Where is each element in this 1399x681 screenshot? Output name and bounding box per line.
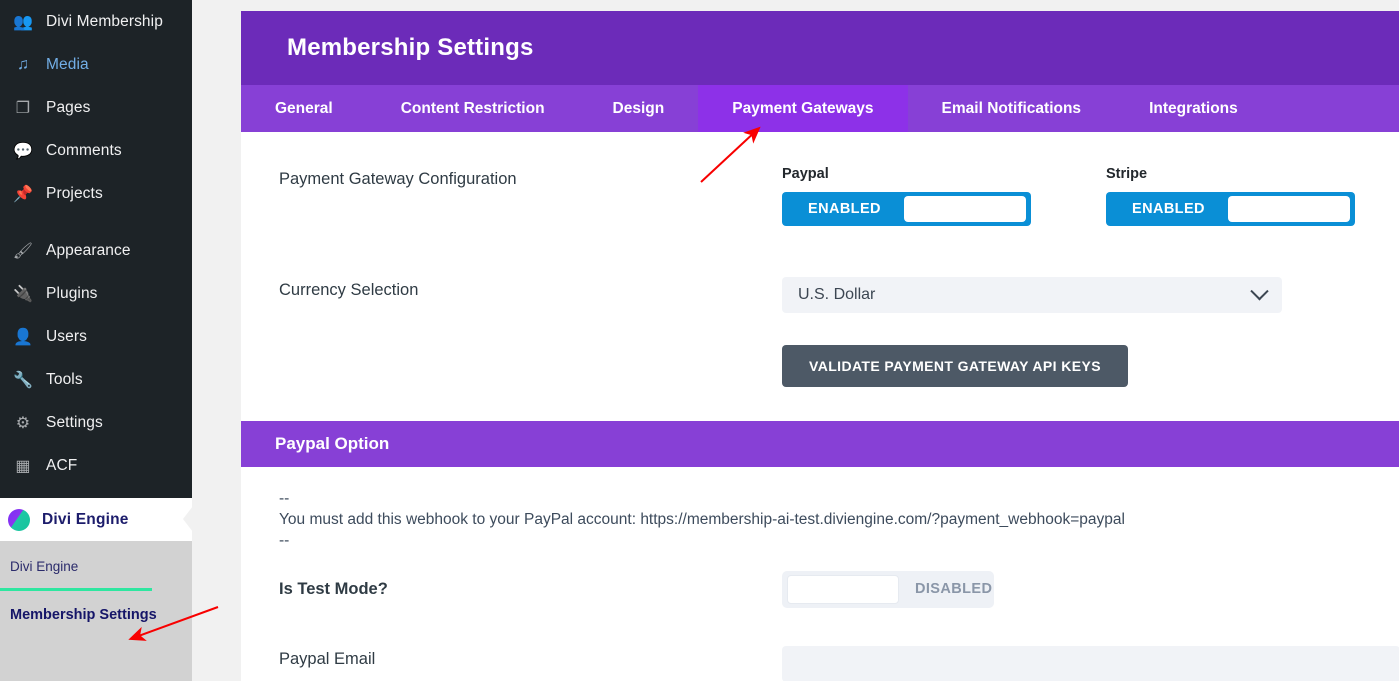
row-test-mode: Is Test Mode? DISABLED (241, 571, 1399, 608)
sidebar-item-acf[interactable]: ▦ ACF (0, 444, 192, 487)
submenu-item-membership-settings[interactable]: Membership Settings (0, 597, 192, 634)
gateway-name-paypal: Paypal (782, 166, 1031, 182)
sidebar-item-projects[interactable]: 📌 Projects (0, 172, 192, 215)
sidebar-item-users[interactable]: 👤 Users (0, 315, 192, 358)
tab-general[interactable]: General (241, 85, 367, 132)
sidebar-item-label: Tools (46, 371, 83, 389)
admin-screen: 👥 Divi Membership ♫ Media ❐ Pages 💬 Comments 📌 Pr… (0, 0, 1399, 681)
settings-panel: Membership Settings GeneralContent Restr… (241, 11, 1399, 681)
toggle-knob (904, 196, 1026, 222)
section-title-paypal-option: Paypal Option (275, 434, 389, 454)
sidebar-item-divi-membership[interactable]: 👥 Divi Membership (0, 0, 192, 43)
tab-integrations[interactable]: Integrations (1115, 85, 1272, 132)
paypal-webhook-note: -- You must add this webhook to your Pay… (241, 467, 1399, 552)
grid-icon: ▦ (10, 456, 36, 476)
panel-body: Payment Gateway Configuration Paypal ENAB… (241, 132, 1399, 681)
plug-icon: 🔌 (10, 284, 36, 304)
sidebar-item-settings[interactable]: ⚙ Settings (0, 401, 192, 444)
comment-icon: 💬 (10, 141, 36, 161)
row-validate-action: VALIDATE PAYMENT GATEWAY API KEYS (241, 345, 1399, 387)
label-validate-spacer (279, 345, 782, 349)
test-mode-toggle[interactable]: DISABLED (782, 571, 994, 608)
sliders-icon: ⚙ (10, 413, 36, 433)
paypal-email-input[interactable] (782, 646, 1399, 681)
sidebar-item-label: Pages (46, 99, 90, 117)
label-currency-selection: Currency Selection (279, 277, 782, 300)
currency-select[interactable]: U.S. Dollar (782, 277, 1282, 313)
divi-engine-brand-label: Divi Engine (42, 511, 129, 529)
divi-engine-logo-icon (8, 509, 30, 531)
note-dash-bottom: -- (279, 531, 1399, 552)
label-is-test-mode: Is Test Mode? (279, 571, 782, 599)
label-payment-gateway-configuration: Payment Gateway Configuration (279, 166, 782, 189)
currency-select-value: U.S. Dollar (798, 286, 875, 304)
page-title: Membership Settings (287, 34, 534, 62)
tab-email-notifications[interactable]: Email Notifications (908, 85, 1116, 132)
sidebar-item-label: Media (46, 56, 89, 74)
gateway-name-stripe: Stripe (1106, 166, 1355, 182)
submenu-item-divi-engine[interactable]: Divi Engine (0, 553, 192, 580)
tab-design[interactable]: Design (579, 85, 699, 132)
note-webhook-text: You must add this webhook to your PayPal… (279, 510, 1399, 531)
test-mode-toggle-state: DISABLED (899, 581, 992, 597)
sidebar-item-divi-engine-brand[interactable]: Divi Engine (0, 498, 192, 541)
group-icon: 👥 (10, 12, 36, 32)
gateway-toggle-state: ENABLED (1106, 201, 1228, 217)
gateway-toggle-stripe[interactable]: ENABLED (1106, 192, 1355, 226)
row-payment-gateway-configuration: Payment Gateway Configuration Paypal ENAB… (241, 166, 1399, 226)
label-paypal-email: Paypal Email (279, 646, 782, 669)
sidebar-item-label: Settings (46, 414, 103, 432)
sidebar-item-label: Comments (46, 142, 122, 160)
sidebar-item-label: Projects (46, 185, 103, 203)
toggle-knob (787, 575, 899, 604)
row-currency-selection: Currency Selection U.S. Dollar (241, 277, 1399, 313)
submenu-divider (0, 588, 152, 591)
settings-tab-bar: GeneralContent RestrictionDesignPayment … (241, 85, 1399, 132)
tab-content-restriction[interactable]: Content Restriction (367, 85, 579, 132)
brush-icon: 🖌 (10, 241, 36, 261)
sidebar-item-media[interactable]: ♫ Media (0, 43, 192, 86)
media-icon: ♫ (10, 55, 36, 75)
sidebar-item-comments[interactable]: 💬 Comments (0, 129, 192, 172)
gateway-toggle-state: ENABLED (782, 201, 904, 217)
section-header-paypal-option: Paypal Option (241, 421, 1399, 467)
wp-admin-menu: 👥 Divi Membership ♫ Media ❐ Pages 💬 Comments 📌 Pr… (0, 0, 192, 487)
divi-engine-submenu: Divi Engine Membership Settings (0, 541, 192, 681)
sidebar-item-label: Users (46, 328, 87, 346)
sidebar-item-label: Plugins (46, 285, 98, 303)
pages-icon: ❐ (10, 98, 36, 118)
page-header: Membership Settings (241, 11, 1399, 85)
pin-icon: 📌 (10, 184, 36, 204)
toggle-knob (1228, 196, 1350, 222)
sidebar-notch (183, 506, 193, 532)
note-dash-top: -- (279, 489, 1399, 510)
wrench-icon: 🔧 (10, 370, 36, 390)
row-paypal-email: Paypal Email (241, 646, 1399, 681)
tab-payment-gateways[interactable]: Payment Gateways (698, 85, 907, 132)
sidebar-item-tools[interactable]: 🔧 Tools (0, 358, 192, 401)
gateway-block-paypal: Paypal ENABLED (782, 166, 1031, 226)
sidebar-item-appearance[interactable]: 🖌 Appearance (0, 229, 192, 272)
sidebar-item-plugins[interactable]: 🔌 Plugins (0, 272, 192, 315)
validate-api-keys-button[interactable]: VALIDATE PAYMENT GATEWAY API KEYS (782, 345, 1128, 387)
sidebar-item-label: Appearance (46, 242, 131, 260)
menu-gap (0, 215, 192, 229)
gateway-block-stripe: Stripe ENABLED (1106, 166, 1355, 226)
sidebar-item-label: ACF (46, 457, 77, 475)
user-icon: 👤 (10, 327, 36, 347)
sidebar-item-label: Divi Membership (46, 13, 163, 31)
sidebar-item-pages[interactable]: ❐ Pages (0, 86, 192, 129)
chevron-down-icon (1250, 282, 1268, 300)
gateway-toggle-paypal[interactable]: ENABLED (782, 192, 1031, 226)
gateway-toggle-group: Paypal ENABLED Stripe ENABLED (782, 166, 1399, 226)
